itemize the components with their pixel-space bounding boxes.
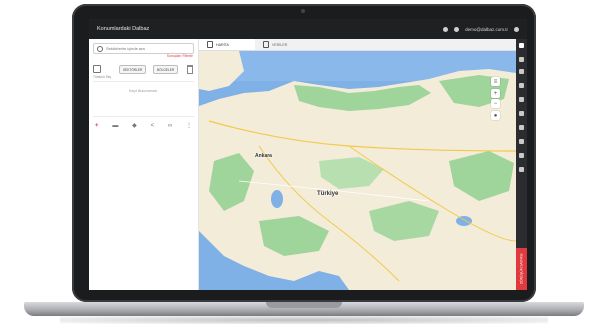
pen-icon[interactable] xyxy=(519,111,524,116)
user-avatar-icon[interactable] xyxy=(454,26,460,32)
globe-icon[interactable] xyxy=(514,26,519,32)
divider xyxy=(93,81,194,82)
filter-link[interactable]: Sonuçları Filtrele xyxy=(167,54,193,58)
trash-icon[interactable] xyxy=(187,65,193,74)
camera-dot xyxy=(301,9,305,13)
laptop-notch xyxy=(266,302,342,308)
tag-icon[interactable] xyxy=(519,69,524,74)
location-pin-icon[interactable] xyxy=(519,43,524,48)
grid-icon[interactable] xyxy=(519,153,524,158)
share-icon[interactable] xyxy=(519,125,524,130)
empty-message: Kayıt Bulunamadı. xyxy=(128,89,159,93)
screen: Konumlardaki Dalbaz demo@dalbaz.com.tr S… xyxy=(89,19,527,290)
map-label-country: Türkiye xyxy=(317,191,339,197)
tab-label: HARİTA xyxy=(216,42,229,47)
document-icon[interactable] xyxy=(519,97,524,102)
select-all-checkbox[interactable] xyxy=(93,65,101,73)
left-panel: Sonuçları Filtrele SEKTÖRLER BÖLGELER Tü… xyxy=(89,39,199,290)
folder-icon[interactable]: ▬ xyxy=(112,123,118,129)
link-icon[interactable]: ∞ xyxy=(168,123,172,129)
top-bar-actions: demo@dalbaz.com.tr xyxy=(443,26,519,32)
layers-icon[interactable]: ≡ xyxy=(491,77,500,86)
bottom-toolbar: + ▬ ◆ < ∞ ⋮ xyxy=(95,123,192,129)
select-all-label: Tümünü Seç xyxy=(93,75,112,79)
tab-data[interactable]: VERİLER xyxy=(255,39,295,50)
tab-label: VERİLER xyxy=(272,42,288,47)
top-bar: Konumlardaki Dalbaz demo@dalbaz.com.tr xyxy=(89,19,527,39)
regions-button[interactable]: BÖLGELER xyxy=(153,65,179,74)
right-tool-rail: DÖNÜŞÜM SAYFASI xyxy=(516,39,527,290)
plus-icon[interactable]: + xyxy=(95,123,99,129)
search-box[interactable] xyxy=(93,43,194,54)
map-icon xyxy=(207,41,213,48)
more-icon[interactable]: ⋮ xyxy=(186,123,192,129)
tag-icon[interactable]: ◆ xyxy=(132,123,137,129)
tab-map[interactable]: HARİTA xyxy=(199,39,255,50)
settings-icon[interactable] xyxy=(519,167,524,172)
conversion-page-button[interactable]: DÖNÜŞÜM SAYFASI xyxy=(516,248,527,290)
map-view[interactable]: Ankara Türkiye ≡ + − ● xyxy=(199,51,516,290)
tab-bar: HARİTA VERİLER xyxy=(199,39,516,51)
chat-icon[interactable] xyxy=(519,57,524,62)
user-email[interactable]: demo@dalbaz.com.tr xyxy=(465,27,508,32)
bell-icon[interactable] xyxy=(443,26,449,32)
eye-icon[interactable] xyxy=(519,83,524,88)
chart-icon[interactable] xyxy=(519,139,524,144)
divider xyxy=(93,116,194,117)
search-icon xyxy=(97,45,103,52)
sectors-button[interactable]: SEKTÖRLER xyxy=(119,65,147,74)
laptop-shadow xyxy=(60,316,548,324)
zoom-out-icon[interactable]: − xyxy=(491,99,500,108)
share-icon[interactable]: < xyxy=(151,123,155,129)
search-input[interactable] xyxy=(106,46,190,51)
street-view-icon[interactable]: ● xyxy=(491,111,500,120)
map-label-city: Ankara xyxy=(255,153,272,159)
app-title: Konumlardaki Dalbaz xyxy=(97,26,150,32)
map-canvas xyxy=(199,51,516,290)
zoom-in-icon[interactable]: + xyxy=(491,89,500,98)
chart-icon xyxy=(263,41,269,48)
